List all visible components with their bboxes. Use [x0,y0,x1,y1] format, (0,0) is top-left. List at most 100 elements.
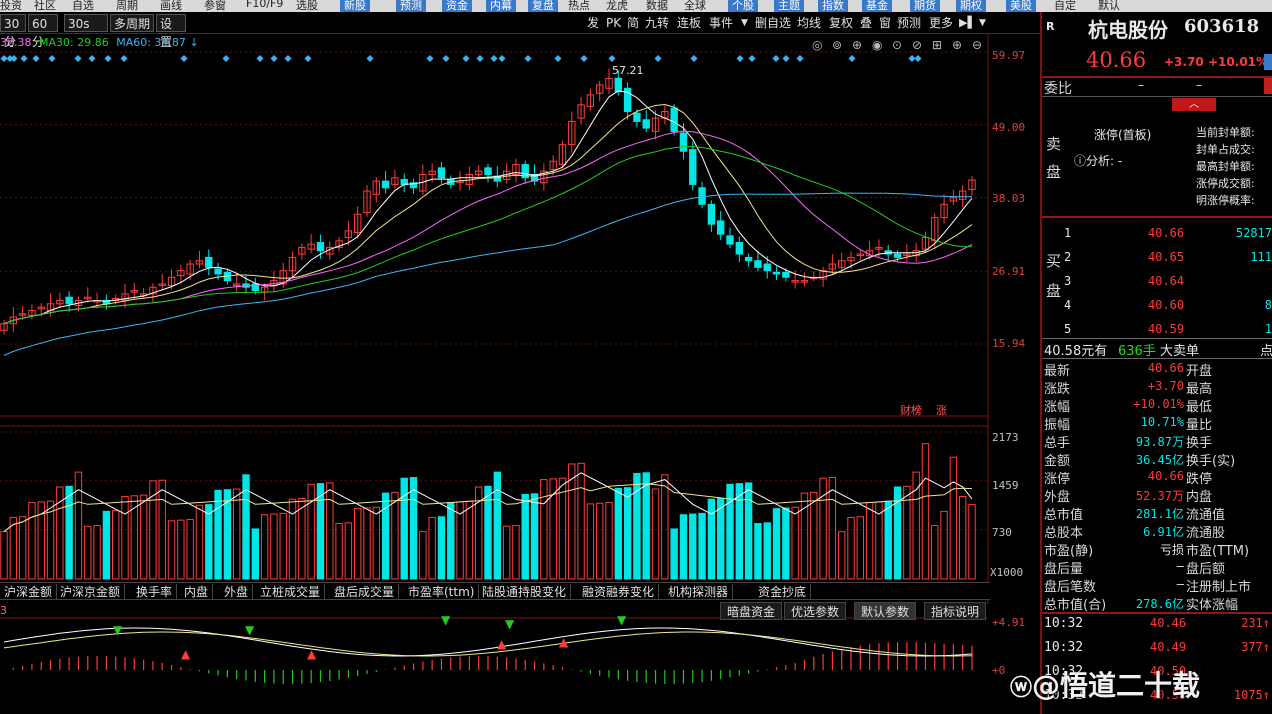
candle-body[interactable] [205,256,213,268]
volume-bar[interactable] [968,504,976,580]
chart-tool-icon[interactable]: ⊚ [832,38,842,52]
candle-body[interactable] [437,167,446,179]
signal-diamond-icon[interactable] [524,55,532,62]
signal-diamond-icon[interactable] [580,55,588,62]
volume-bar[interactable] [65,485,73,580]
volume-bar[interactable] [186,518,194,580]
volume-bar[interactable] [447,502,455,580]
candle-body[interactable] [754,260,762,268]
top-menu-item[interactable]: 画线 [160,0,182,12]
tool-pk-button[interactable]: PK [603,14,624,32]
volume-bar[interactable] [679,514,688,580]
indicator-tab[interactable]: 内盘 [180,584,214,600]
volume-bar[interactable] [847,516,855,580]
volume-bar[interactable] [791,506,799,580]
overlay-button[interactable]: 叠 [857,14,875,32]
volume-bar[interactable] [949,456,958,580]
volume-bar[interactable] [810,491,818,580]
chart-tool-icon[interactable]: ⊕ [852,38,862,52]
volume-bar[interactable] [428,516,436,580]
volume-bar[interactable] [298,497,306,580]
candle-body[interactable] [689,149,697,185]
top-menu-item[interactable]: 龙虎 [606,0,628,12]
volume-bar[interactable] [205,504,213,580]
tool-events-button[interactable]: 事件 [706,14,736,32]
top-menu-item[interactable]: 期货 [910,0,940,12]
signal-diamond-icon[interactable] [748,55,756,62]
top-menu-item[interactable]: 全球 [684,0,706,12]
volume-bar[interactable] [865,502,874,580]
signal-diamond-icon[interactable] [498,55,506,62]
volume-bar[interactable] [912,471,920,580]
toolbar-dropdown-icon[interactable]: ▼ [976,14,989,32]
volume-bar[interactable] [158,479,166,580]
top-menu-item[interactable]: 默认 [1098,0,1120,12]
volume-bar[interactable] [837,531,846,580]
tool-jian-button[interactable]: 简 [624,14,642,32]
volume-bar[interactable] [605,502,613,580]
volume-bar[interactable] [707,498,716,580]
top-menu-item[interactable]: 投资 [0,0,22,12]
candle-body[interactable] [381,180,390,189]
volume-bar[interactable] [121,495,129,580]
top-menu-item[interactable]: 期权 [956,0,986,12]
top-menu-item[interactable]: 自定 [1054,0,1076,12]
candle-body[interactable] [707,203,716,225]
volume-bar[interactable] [139,494,148,580]
volume-bar[interactable] [884,500,892,580]
signal-diamond-icon[interactable] [462,55,470,62]
bid-price[interactable]: 40.64 [1148,274,1184,288]
signal-diamond-icon[interactable] [796,55,804,62]
candle-body[interactable] [782,271,790,278]
volume-bar[interactable] [372,506,381,580]
signal-diamond-icon[interactable] [366,55,374,62]
top-menu-item[interactable]: 指数 [818,0,848,12]
volume-bar[interactable] [763,522,771,580]
candle-body[interactable] [614,77,623,93]
volume-bar[interactable] [940,510,948,580]
tool-jiuzhuan-button[interactable]: 九转 [642,14,672,32]
dark-fund-button[interactable]: 暗盘资金 [720,602,783,620]
signal-diamond-icon[interactable] [0,55,8,62]
volume-bar[interactable] [856,516,865,580]
signal-diamond-icon[interactable] [10,55,18,62]
candle-body[interactable] [763,263,771,272]
signal-diamond-icon[interactable] [256,55,264,62]
volume-bar[interactable] [326,482,334,580]
signal-diamond-icon[interactable] [74,55,82,62]
top-menu-item[interactable]: 主题 [774,0,804,12]
volume-bar[interactable] [782,507,790,580]
volume-bar[interactable] [0,531,8,580]
signal-diamond-icon[interactable] [608,55,616,62]
signal-diamond-icon[interactable] [104,55,112,62]
candle-body[interactable] [670,107,678,132]
volume-bar[interactable] [111,510,120,580]
signal-diamond-icon[interactable] [32,55,40,62]
volume-bar[interactable] [102,510,111,580]
top-menu-item[interactable]: 基金 [862,0,892,12]
more-button[interactable]: 更多 [926,14,956,32]
indicator-tab[interactable]: 外盘 [220,584,254,600]
signal-diamond-icon[interactable] [490,55,498,62]
chart-tool-icon[interactable]: ◎ [812,38,822,52]
volume-bar[interactable] [735,483,744,580]
volume-bar[interactable] [93,525,101,580]
bid-price[interactable]: 40.66 [1148,226,1184,240]
window-button[interactable]: 窗 [876,14,894,32]
bid-price[interactable]: 40.65 [1148,250,1184,264]
volume-bar[interactable] [698,512,706,580]
volume-bar[interactable] [316,483,325,580]
signal-diamond-icon[interactable] [20,55,28,62]
adjust-button[interactable]: 复权 [826,14,856,32]
volume-bar[interactable] [689,513,697,580]
signal-diamond-icon[interactable] [908,55,916,62]
candle-body[interactable] [400,178,408,185]
volume-bar[interactable] [74,471,83,580]
candle-body[interactable] [716,220,725,235]
candle-body[interactable] [65,296,73,305]
volume-bar[interactable] [586,503,595,580]
volume-bar[interactable] [558,477,567,580]
volume-bar[interactable] [502,525,511,580]
limit-up-badge[interactable]: 涨 [936,402,947,418]
volume-bar[interactable] [391,491,399,580]
